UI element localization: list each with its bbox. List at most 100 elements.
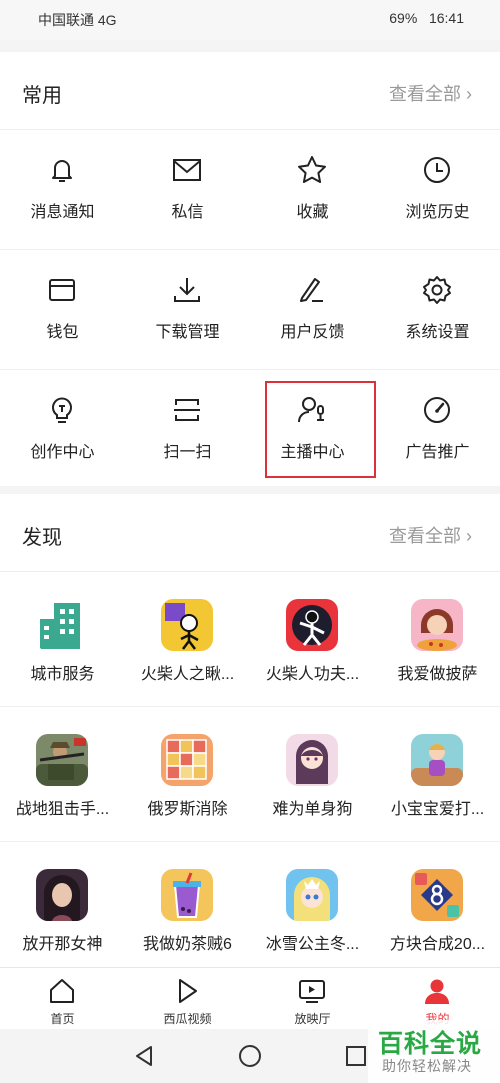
common-item-label: 广告推广 <box>405 444 470 461</box>
tab-label: 放映厅 <box>294 1012 331 1026</box>
common-item-downloads[interactable]: 下载管理 <box>125 250 250 370</box>
tab-home[interactable]: 首页 <box>0 968 125 1030</box>
sniper-soldier-icon <box>36 734 88 786</box>
common-item-label: 下载管理 <box>155 324 220 341</box>
common-item-notifications[interactable]: 消息通知 <box>0 130 125 250</box>
common-row-1: 消息通知 私信 收藏 浏览历史 <box>0 130 500 250</box>
common-item-messages[interactable]: 私信 <box>125 130 250 250</box>
battery-label: 69% <box>389 10 418 26</box>
common-item-label: 创作中心 <box>30 444 95 461</box>
discover-header: 发现 查看全部 › <box>0 494 500 572</box>
tab-label: 首页 <box>50 1012 75 1026</box>
discover-row-3: 放开那女神 我做奶茶贼6 冰雪公主冬... 方块合成20... <box>0 842 500 967</box>
watermark: 百科全说 助你轻松解决 <box>368 1020 500 1083</box>
milk-tea-icon <box>161 869 213 921</box>
play-icon <box>179 979 197 1003</box>
common-row-3: 创作中心 扫一扫 主播中心 广告推广 <box>0 370 500 486</box>
common-item-label: 私信 <box>171 204 204 221</box>
app-label: 方块合成20... <box>389 936 486 953</box>
discover-panel: 发现 查看全部 › 城市服务 火柴人之瞅... 火柴人功夫... 我爱做披萨 战… <box>0 494 500 967</box>
tab-theater[interactable]: 放映厅 <box>250 968 375 1030</box>
discover-row-1: 城市服务 火柴人之瞅... 火柴人功夫... 我爱做披萨 <box>0 572 500 707</box>
common-item-wallet[interactable]: 钱包 <box>0 250 125 370</box>
watermark-title: 百科全说 <box>378 1030 483 1058</box>
app-stickman-1[interactable]: 火柴人之瞅... <box>125 572 250 707</box>
common-item-label: 消息通知 <box>30 204 95 221</box>
stickman-game-icon <box>161 599 213 651</box>
mail-icon <box>173 159 201 181</box>
app-stickman-kungfu[interactable]: 火柴人功夫... <box>250 572 375 707</box>
gauge-icon <box>424 397 450 423</box>
anime-girl-icon <box>286 734 338 786</box>
app-goddess[interactable]: 放开那女神 <box>0 842 125 967</box>
common-row-2: 钱包 下载管理 用户反馈 系统设置 <box>0 250 500 370</box>
pizza-girl-icon <box>411 599 463 651</box>
tab-xigua-video[interactable]: 西瓜视频 <box>125 968 250 1030</box>
common-item-feedback[interactable]: 用户反馈 <box>250 250 375 370</box>
wallet-icon <box>49 279 75 301</box>
recents-square-icon[interactable] <box>344 1044 368 1068</box>
common-item-scan[interactable]: 扫一扫 <box>125 370 250 486</box>
discover-row-2: 战地狙击手... 俄罗斯消除 难为单身狗 小宝宝爱打... <box>0 707 500 842</box>
highlight-box <box>265 381 376 478</box>
app-milk-tea[interactable]: 我做奶茶贼6 <box>125 842 250 967</box>
user-icon <box>425 979 449 1004</box>
gear-icon <box>423 276 451 304</box>
common-header: 常用 查看全部 › <box>0 52 500 130</box>
common-item-label: 钱包 <box>46 324 79 341</box>
app-single-dog[interactable]: 难为单身狗 <box>250 707 375 842</box>
clock-icon <box>424 157 450 183</box>
app-label: 难为单身狗 <box>272 801 353 818</box>
common-item-label: 系统设置 <box>405 324 470 341</box>
app-label: 火柴人功夫... <box>265 666 360 683</box>
block-puzzle-icon <box>161 734 213 786</box>
stickman-kungfu-icon <box>286 599 338 651</box>
app-sniper[interactable]: 战地狙击手... <box>0 707 125 842</box>
star-icon <box>298 156 326 183</box>
common-item-history[interactable]: 浏览历史 <box>375 130 500 250</box>
app-pizza[interactable]: 我爱做披萨 <box>375 572 500 707</box>
bell-icon <box>52 160 72 182</box>
common-item-favorites[interactable]: 收藏 <box>250 130 375 250</box>
common-item-label: 浏览历史 <box>405 204 470 221</box>
app-block-elimination[interactable]: 俄罗斯消除 <box>125 707 250 842</box>
app-block-merge[interactable]: 方块合成20... <box>375 842 500 967</box>
common-item-label: 收藏 <box>296 204 329 221</box>
common-item-settings[interactable]: 系统设置 <box>375 250 500 370</box>
app-label: 我爱做披萨 <box>397 666 478 683</box>
view-all-link-discover[interactable]: 查看全部 › <box>389 522 472 548</box>
app-label: 战地狙击手... <box>15 801 110 818</box>
app-label: 小宝宝爱打... <box>390 801 485 818</box>
app-label: 冰雪公主冬... <box>265 936 360 953</box>
app-label: 火柴人之瞅... <box>140 666 235 683</box>
tab-label: 西瓜视频 <box>163 1012 212 1026</box>
lightbulb-icon <box>52 397 72 423</box>
home-circle-icon[interactable] <box>238 1044 262 1068</box>
back-icon[interactable] <box>132 1044 156 1068</box>
status-bar: 中国联通 4G 69% 16:41 <box>0 0 500 40</box>
view-all-link-common[interactable]: 查看全部 › <box>389 80 472 106</box>
common-item-label: 扫一扫 <box>163 444 212 461</box>
app-label: 放开那女神 <box>22 936 103 953</box>
download-icon <box>174 278 200 302</box>
common-item-ads[interactable]: 广告推广 <box>375 370 500 486</box>
section-title-common: 常用 <box>22 85 62 107</box>
app-label: 我做奶茶贼6 <box>143 936 232 953</box>
status-right: 69% 16:41 <box>389 10 464 26</box>
common-item-creator-center[interactable]: 创作中心 <box>0 370 125 486</box>
carrier-label: 中国联通 4G <box>38 12 117 28</box>
goddess-portrait-icon <box>36 869 88 921</box>
tv-play-icon <box>299 980 325 1003</box>
home-icon <box>50 979 74 1003</box>
baby-room-icon <box>411 734 463 786</box>
city-buildings-icon <box>40 603 80 649</box>
common-item-label: 用户反馈 <box>280 324 345 341</box>
app-baby[interactable]: 小宝宝爱打... <box>375 707 500 842</box>
app-ice-princess[interactable]: 冰雪公主冬... <box>250 842 375 967</box>
app-label: 俄罗斯消除 <box>147 801 228 818</box>
app-city-services[interactable]: 城市服务 <box>0 572 125 707</box>
watermark-subtitle: 助你轻松解决 <box>382 1058 472 1074</box>
number-block-icon <box>411 869 463 921</box>
scan-icon <box>174 399 200 421</box>
feedback-pen-icon <box>300 278 323 302</box>
